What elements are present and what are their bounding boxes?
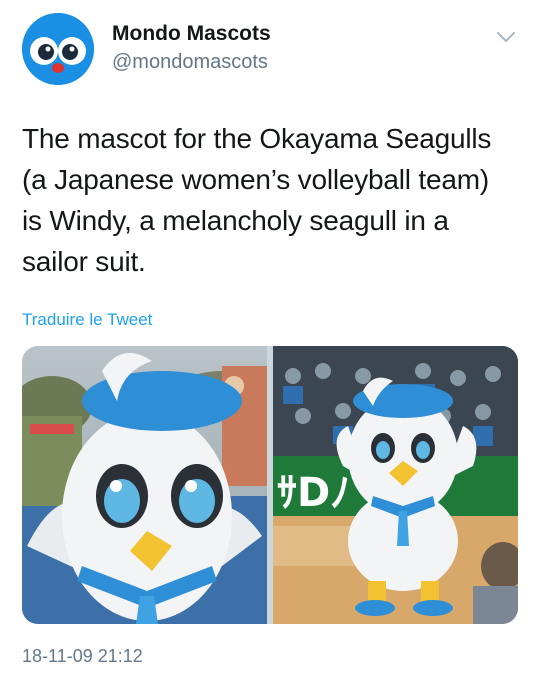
chevron-down-icon[interactable] (496, 30, 516, 44)
tweet-text-line: is Windy, a melancholy seagull in a (22, 205, 449, 236)
tweet: Mondo Mascots @mondomascots The mascot f… (0, 0, 540, 680)
media-grid: ｻDﾉ (22, 346, 518, 624)
tweet-text-line: sailor suit. (22, 246, 146, 277)
tweet-timestamp[interactable]: 18-11-09 21:12 (22, 646, 143, 667)
tweet-text-line: The mascot for the Okayama Seagulls (22, 123, 492, 154)
mascot-avatar-icon (22, 13, 94, 85)
tweet-text: The mascot for the Okayama Seagulls (a J… (22, 118, 522, 282)
mascot-photo-right[interactable]: ｻDﾉ (273, 346, 518, 624)
translate-tweet-link[interactable]: Traduire le Tweet (22, 310, 152, 330)
tweet-text-line: (a Japanese women’s volleyball team) (22, 164, 489, 195)
account-names: Mondo Mascots @mondomascots (112, 22, 271, 74)
mascot-photo-left[interactable] (22, 346, 267, 624)
avatar[interactable] (22, 13, 94, 85)
account-handle[interactable]: @mondomascots (112, 50, 271, 74)
display-name[interactable]: Mondo Mascots (112, 22, 271, 46)
sign-text: ｻDﾉ (277, 470, 350, 516)
